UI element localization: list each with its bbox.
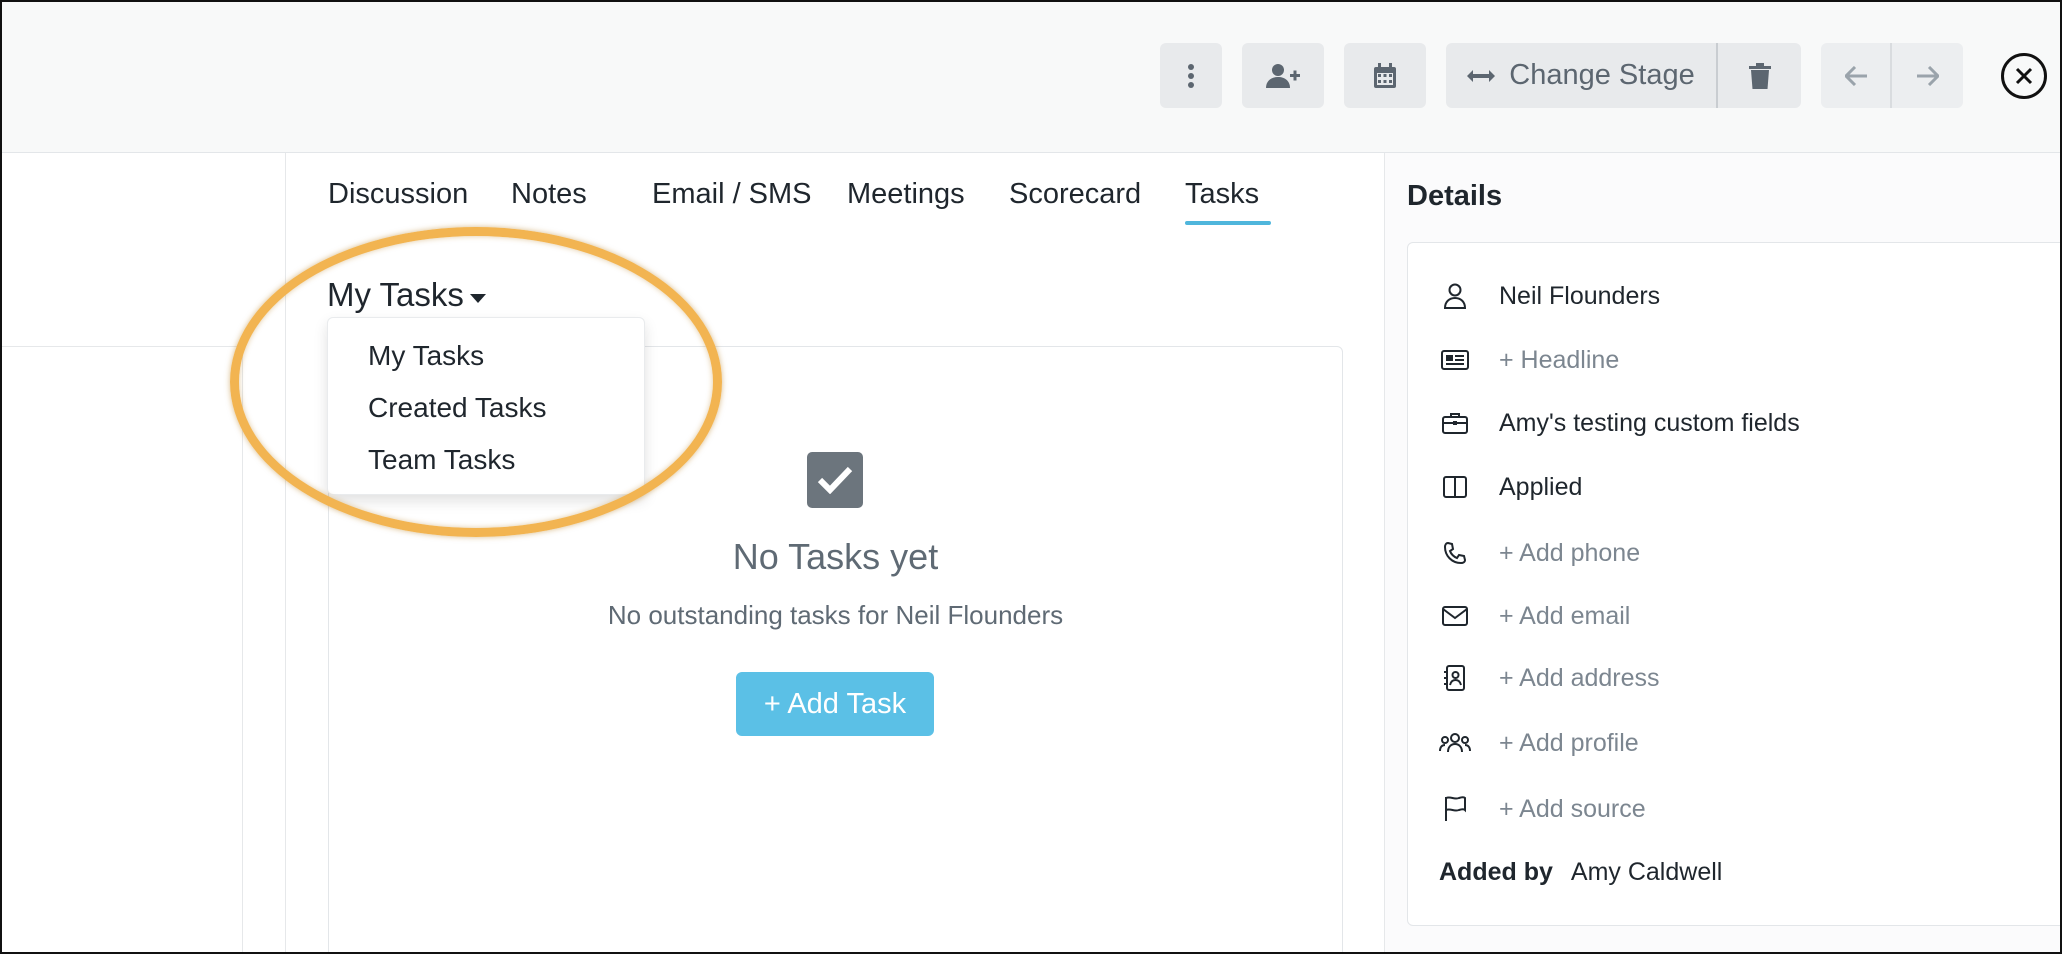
empty-state-title: No Tasks yet xyxy=(732,536,939,577)
detail-row-source[interactable]: + Add source xyxy=(1439,793,1646,825)
divider xyxy=(242,346,243,952)
tab-meetings[interactable]: Meetings xyxy=(847,178,965,211)
detail-row-profile[interactable]: + Add profile xyxy=(1439,727,1639,759)
record-navigation xyxy=(1821,43,1963,108)
headline-link: + Headline xyxy=(1499,345,1620,374)
add-task-button[interactable]: + Add Task xyxy=(736,672,934,736)
left-panel xyxy=(2,153,286,952)
add-source-link: + Add source xyxy=(1499,794,1646,823)
calendar-icon xyxy=(1374,62,1396,88)
top-toolbar: Change Stage xyxy=(2,2,2060,153)
detail-row-phone[interactable]: + Add phone xyxy=(1439,537,1640,569)
newspaper-icon xyxy=(1439,344,1471,376)
app-frame: Change Stage Discussion Notes Email / SM… xyxy=(0,0,2062,954)
menu-item-my-tasks[interactable]: My Tasks xyxy=(328,338,644,390)
add-user-button[interactable] xyxy=(1242,43,1324,108)
close-icon xyxy=(2015,67,2033,85)
address-book-icon xyxy=(1439,662,1471,694)
detail-row-position[interactable]: Amy's testing custom fields xyxy=(1439,407,1800,439)
menu-item-team-tasks[interactable]: Team Tasks xyxy=(328,442,644,494)
added-by: Added by Amy Caldwell xyxy=(1439,858,1722,887)
change-stage-label: Change Stage xyxy=(1509,59,1695,91)
candidate-name: Neil Flounders xyxy=(1499,281,1661,310)
previous-button[interactable] xyxy=(1821,43,1892,108)
tab-discussion[interactable]: Discussion xyxy=(328,178,468,211)
vertical-dots-icon xyxy=(1188,63,1194,88)
added-by-value: Amy Caldwell xyxy=(1570,858,1723,886)
stage-name: Applied xyxy=(1499,472,1583,501)
columns-icon xyxy=(1439,471,1471,503)
users-icon xyxy=(1439,727,1471,759)
user-icon xyxy=(1439,280,1471,312)
task-filter-dropdown[interactable]: My Tasks xyxy=(327,276,486,314)
add-address-link: + Add address xyxy=(1499,663,1660,692)
caret-down-icon xyxy=(469,293,486,303)
menu-item-created-tasks[interactable]: Created Tasks xyxy=(328,390,644,442)
briefcase-icon xyxy=(1439,407,1471,439)
close-button[interactable] xyxy=(2001,53,2047,99)
tab-tasks[interactable]: Tasks xyxy=(1185,178,1272,225)
change-stage-button[interactable]: Change Stage xyxy=(1446,43,1718,108)
detail-row-stage[interactable]: Applied xyxy=(1439,471,1582,503)
phone-icon xyxy=(1439,537,1471,569)
more-options-button[interactable] xyxy=(1160,43,1222,108)
detail-row-name[interactable]: Neil Flounders xyxy=(1439,280,1660,312)
position-name: Amy's testing custom fields xyxy=(1499,408,1800,437)
task-filter-menu: My Tasks Created Tasks Team Tasks xyxy=(327,317,645,495)
added-by-label: Added by xyxy=(1439,858,1553,886)
empty-state-subtitle: No outstanding tasks for Neil Flounders xyxy=(607,600,1064,630)
task-filter-label: My Tasks xyxy=(327,276,464,313)
flag-icon xyxy=(1439,793,1471,825)
next-button[interactable] xyxy=(1892,43,1963,108)
arrows-horizontal-icon xyxy=(1467,69,1496,82)
stage-button-group: Change Stage xyxy=(1446,43,1801,108)
divider xyxy=(2,346,242,347)
schedule-button[interactable] xyxy=(1344,43,1426,108)
add-phone-link: + Add phone xyxy=(1499,538,1641,567)
tab-email-sms[interactable]: Email / SMS xyxy=(652,178,812,211)
details-title: Details xyxy=(1407,180,1503,212)
add-profile-link: + Add profile xyxy=(1499,728,1639,757)
user-plus-icon xyxy=(1266,63,1300,88)
trash-icon xyxy=(1748,62,1771,89)
tab-scorecard[interactable]: Scorecard xyxy=(1009,178,1141,211)
arrow-right-icon xyxy=(1916,65,1939,86)
arrow-left-icon xyxy=(1844,65,1867,86)
detail-row-address[interactable]: + Add address xyxy=(1439,662,1660,694)
detail-row-headline[interactable]: + Headline xyxy=(1439,344,1619,376)
checkbox-checked-icon xyxy=(807,452,863,508)
tab-notes[interactable]: Notes xyxy=(511,178,587,211)
delete-button[interactable] xyxy=(1718,43,1801,108)
detail-row-email[interactable]: + Add email xyxy=(1439,600,1630,632)
envelope-icon xyxy=(1439,600,1471,632)
add-email-link: + Add email xyxy=(1499,601,1631,630)
